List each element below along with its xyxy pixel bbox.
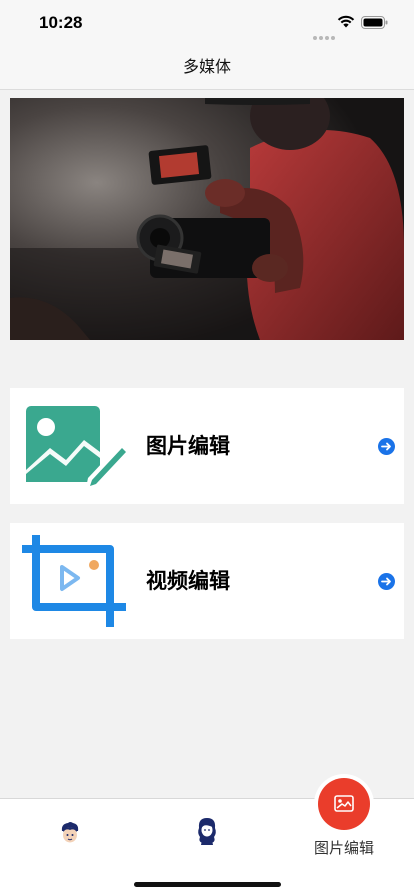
status-time: 10:28 bbox=[39, 13, 83, 32]
arrow-right-circle-icon[interactable] bbox=[378, 438, 395, 455]
menu-item-label: 视频编辑 bbox=[146, 569, 230, 593]
image-edit-icon bbox=[26, 406, 128, 488]
battery-icon bbox=[361, 16, 388, 29]
boy-avatar-icon[interactable] bbox=[60, 822, 80, 844]
home-indicator bbox=[134, 882, 281, 887]
status-bar: 10:28 bbox=[0, 0, 414, 44]
tab-image-edit-label[interactable]: 图片编辑 bbox=[304, 837, 384, 858]
page-title: 多媒体 bbox=[182, 57, 231, 76]
signal-dots-icon bbox=[313, 25, 337, 44]
menu-item-image-edit[interactable]: 图片编辑 bbox=[10, 388, 404, 504]
video-edit-icon bbox=[22, 535, 126, 627]
hero-banner bbox=[10, 98, 404, 340]
navigation-bar: 多媒体 bbox=[0, 44, 414, 90]
wifi-icon bbox=[337, 15, 355, 28]
tab-image-edit-button[interactable] bbox=[314, 774, 374, 834]
arrow-right-circle-icon[interactable] bbox=[378, 573, 395, 590]
menu-item-video-edit[interactable]: 视频编辑 bbox=[10, 523, 404, 639]
fab-circle bbox=[318, 778, 370, 830]
image-icon bbox=[334, 795, 354, 812]
menu-item-label: 图片编辑 bbox=[146, 434, 230, 458]
camera-operator-photo bbox=[10, 98, 404, 340]
girl-avatar-icon[interactable] bbox=[195, 817, 219, 845]
